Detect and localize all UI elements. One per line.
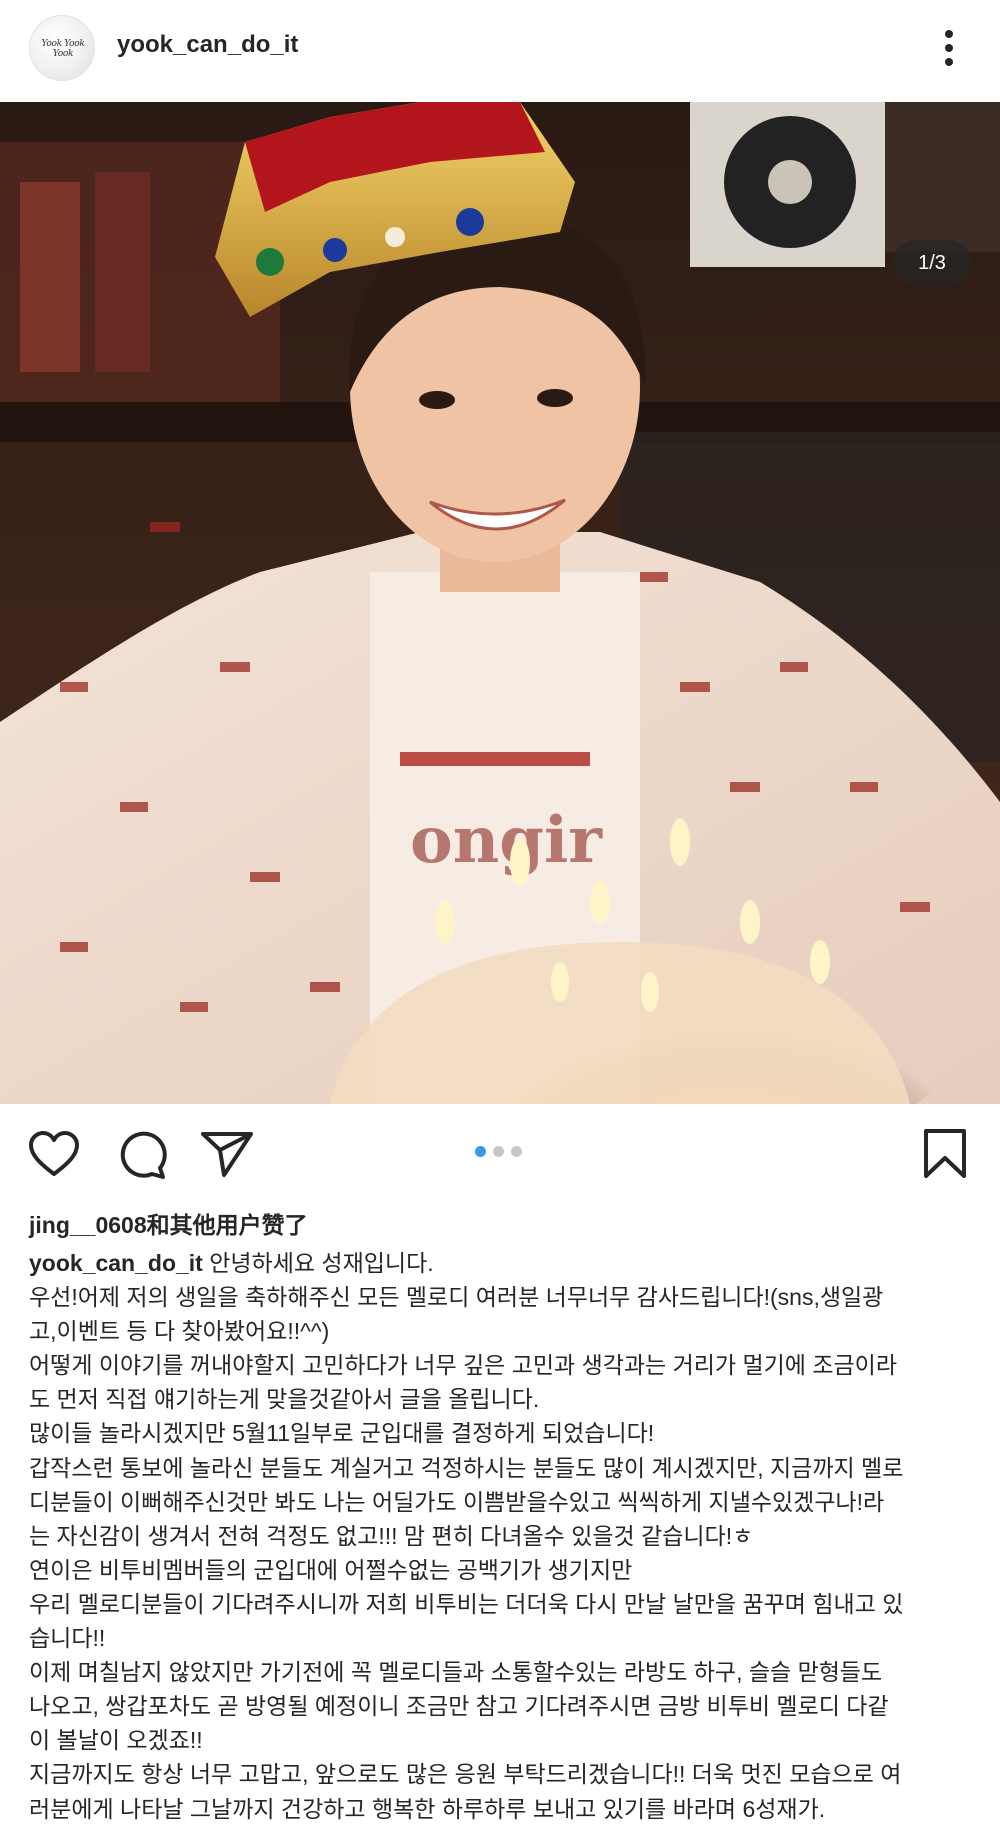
caption-line: 도 먼저 직접 얘기하는게 맞을것같아서 글을 올립니다. — [29, 1386, 540, 1413]
birthday-photo: ongir — [0, 102, 1000, 1104]
caption-line: 우리 멜로디분들이 기다려주시니까 저희 비투비는 더더욱 다시 만날 날만을 … — [29, 1590, 904, 1617]
post-username[interactable]: yook_can_do_it — [117, 31, 298, 59]
caption-text: 안녕하세요 성재입니다. — [202, 1250, 434, 1276]
caption-username[interactable]: yook_can_do_it — [29, 1250, 203, 1276]
caption-line: 이 볼날이 오겠죠!! — [29, 1727, 203, 1754]
caption-line: 지금까지도 항상 너무 고맙고, 앞으로도 많은 응원 부탁드리겠습니다!! 더… — [29, 1761, 902, 1788]
heart-icon[interactable] — [28, 1130, 80, 1178]
caption-line: 디분들이 이뻐해주신것만 봐도 나는 어딜가도 이쁨받을수있고 씩씩하게 지낼수… — [29, 1488, 885, 1515]
avatar[interactable]: Yook Yook Yook — [29, 15, 95, 81]
caption-first-line: yook_can_do_it 안녕하세요 성재입니다. — [29, 1246, 979, 1280]
caption-line: 습니다!! — [29, 1625, 106, 1652]
carousel-dot — [511, 1146, 522, 1157]
caption-line: 이제 며칠남지 않았지만 가기전에 꼭 멜로디들과 소통할수있는 라방도 하구,… — [29, 1659, 883, 1686]
comment-icon[interactable] — [116, 1130, 168, 1180]
carousel-dot — [493, 1146, 504, 1157]
post-photo[interactable]: ongir 1/3 — [0, 102, 1000, 1104]
caption-line: 우선!어제 저의 생일을 축하해주신 모든 멜로디 여러분 너무너무 감사드립니… — [29, 1284, 884, 1311]
carousel-page-counter: 1/3 — [893, 240, 971, 286]
caption-line: 갑작스런 통보에 놀라신 분들도 계실거고 걱정하시는 분들도 많이 계시겠지만… — [29, 1454, 904, 1481]
caption-line: 나오고, 쌍갑포차도 곧 방영될 예정이니 조금만 참고 기다려주시면 금방 비… — [29, 1693, 889, 1720]
more-vertical-icon[interactable] — [936, 26, 962, 70]
caption-line: 어떻게 이야기를 꺼내야할지 고민하다가 너무 깊은 고민과 생각과는 거리가 … — [29, 1352, 897, 1379]
avatar-logo-text: Yook Yook Yook — [41, 39, 85, 59]
likes-summary[interactable]: jing__0608和其他用户赞了 — [29, 1206, 308, 1240]
likes-text: 和其他用户赞了 — [146, 1212, 308, 1238]
liker-username[interactable]: jing__0608 — [29, 1212, 147, 1238]
send-icon[interactable] — [200, 1130, 254, 1178]
bookmark-icon[interactable] — [922, 1128, 968, 1180]
caption-line: 러분에게 나타날 그날까지 건강하고 행복한 하루하루 보내고 있기를 바라며 … — [29, 1795, 826, 1822]
caption-line: 연이은 비투비멤버들의 군입대에 어쩔수없는 공백기가 생기지만 — [29, 1556, 633, 1583]
caption-line: 많이들 놀라시겠지만 5월11일부로 군입대를 결정하게 되었습니다! — [29, 1420, 655, 1447]
post-header: Yook Yook Yook yook_can_do_it — [0, 0, 1000, 102]
caption-line: 고,이벤트 등 다 찾아봤어요!!^^) — [29, 1318, 330, 1345]
caption-line: 는 자신감이 생겨서 전혀 걱정도 없고!!! 맘 편히 다녀올수 있을것 같습… — [29, 1522, 754, 1549]
post-caption: yook_can_do_it 안녕하세요 성재입니다. 우선!어제 저의 생일을… — [29, 1246, 979, 1826]
svg-text:ongir: ongir — [410, 803, 603, 878]
carousel-dot-active — [475, 1146, 486, 1157]
